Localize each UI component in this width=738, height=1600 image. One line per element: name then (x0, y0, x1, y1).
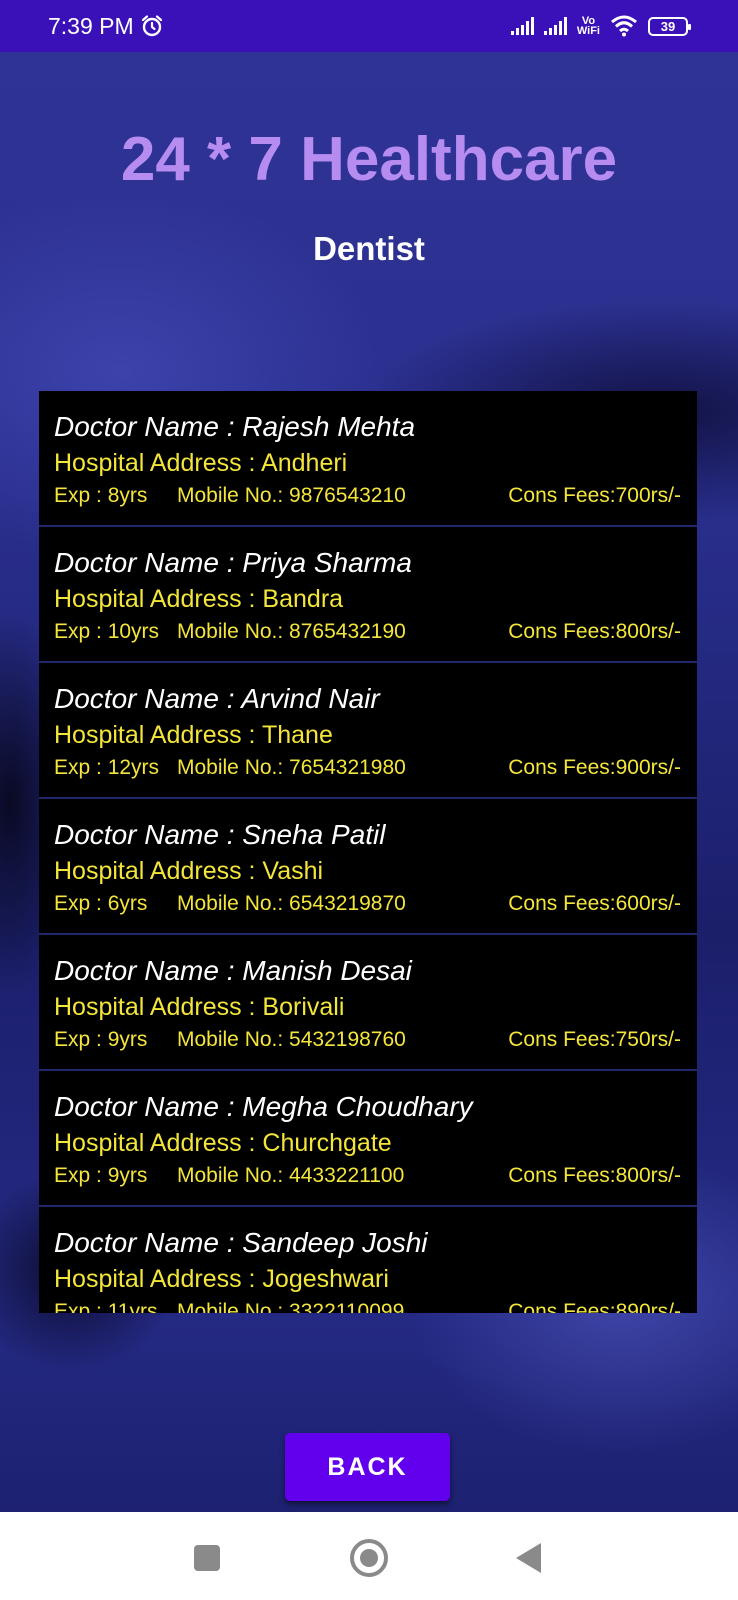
doctor-mobile: Mobile No.: 4433221100 (177, 1164, 405, 1187)
hospital-address: Hospital Address : Jogeshwari (54, 1265, 389, 1293)
doctor-meta: Exp : 12yrs Mobile No.: 7654321980 Cons … (54, 753, 683, 783)
doctor-name: Doctor Name : Rajesh Mehta (54, 411, 416, 442)
list-item[interactable]: Doctor Name : Manish Desai Hospital Addr… (39, 935, 697, 1071)
app-title: 24 * 7 Healthcare (120, 125, 618, 194)
status-right: Vo WiFi 39 (510, 15, 691, 37)
doctor-name: Doctor Name : Megha Choudhary (54, 1091, 473, 1122)
hospital-address: Hospital Address : Bandra (54, 585, 344, 613)
recent-apps-icon[interactable] (194, 1545, 220, 1571)
doctor-meta: Exp : 6yrs Mobile No.: 6543219870 Cons F… (54, 889, 683, 919)
doctor-mobile: Mobile No.: 3322110099 (177, 1300, 405, 1313)
status-left: 7:39 PM (48, 13, 164, 40)
list-item[interactable]: Doctor Name : Arvind Nair Hospital Addre… (39, 663, 697, 799)
list-item[interactable]: Doctor Name : Megha Choudhary Hospital A… (39, 1071, 697, 1207)
doctor-experience: Exp : 8yrs (54, 484, 148, 507)
doctor-experience: Exp : 9yrs (54, 1164, 148, 1187)
system-nav-bar (0, 1512, 738, 1600)
list-item[interactable]: Doctor Name : Sandeep Joshi Hospital Add… (39, 1207, 697, 1313)
doctor-experience: Exp : 12yrs (54, 756, 160, 779)
hospital-address: Hospital Address : Andheri (54, 449, 348, 477)
alarm-icon (141, 15, 162, 37)
back-icon[interactable] (516, 1543, 541, 1573)
doctor-mobile: Mobile No.: 8765432190 (177, 620, 406, 643)
battery-icon: 39 (648, 16, 691, 36)
consultation-fees: Cons Fees:800rs/- (508, 1164, 681, 1187)
consultation-fees: Cons Fees:600rs/- (508, 892, 681, 915)
list-item[interactable]: Doctor Name : Rajesh Mehta Hospital Addr… (39, 391, 697, 527)
consultation-fees: Cons Fees:890rs/- (508, 1300, 681, 1313)
hospital-address: Hospital Address : Borivali (54, 993, 345, 1021)
doctor-meta: Exp : 9yrs Mobile No.: 4433221100 Cons F… (54, 1161, 683, 1191)
doctor-experience: Exp : 9yrs (54, 1028, 148, 1051)
signal-icon (543, 17, 567, 35)
hospital-address: Hospital Address : Vashi (54, 857, 324, 885)
doctor-experience: Exp : 11yrs (54, 1300, 158, 1313)
doctor-experience: Exp : 10yrs (54, 620, 160, 643)
doctor-experience: Exp : 6yrs (54, 892, 148, 915)
doctor-name: Doctor Name : Sneha Patil (54, 819, 386, 850)
list-item[interactable]: Doctor Name : Priya Sharma Hospital Addr… (39, 527, 697, 663)
back-button[interactable]: BACK (285, 1433, 450, 1501)
doctor-name: Doctor Name : Sandeep Joshi (54, 1227, 428, 1258)
hospital-address: Hospital Address : Thane (54, 721, 333, 749)
wifi-icon (611, 15, 637, 37)
doctor-meta: Exp : 11yrs Mobile No.: 3322110099 Cons … (54, 1297, 683, 1313)
doctor-mobile: Mobile No.: 6543219870 (177, 892, 406, 915)
doctor-name: Doctor Name : Priya Sharma (54, 547, 412, 578)
doctor-meta: Exp : 8yrs Mobile No.: 9876543210 Cons F… (54, 481, 683, 511)
doctor-meta: Exp : 9yrs Mobile No.: 5432198760 Cons F… (54, 1025, 683, 1055)
status-time: 7:39 PM (48, 12, 134, 39)
consultation-fees: Cons Fees:750rs/- (508, 1028, 681, 1051)
doctor-mobile: Mobile No.: 7654321980 (177, 756, 406, 779)
vowifi-indicator: Vo WiFi (576, 15, 600, 37)
doctor-mobile: Mobile No.: 9876543210 (177, 484, 406, 507)
signal-icon (510, 17, 534, 35)
doctor-meta: Exp : 10yrs Mobile No.: 8765432190 Cons … (54, 617, 683, 647)
page-subtitle: Dentist (313, 230, 425, 267)
doctor-name: Doctor Name : Arvind Nair (54, 683, 380, 714)
battery-level: 39 (660, 18, 676, 34)
doctor-name: Doctor Name : Manish Desai (54, 955, 412, 986)
home-icon[interactable] (350, 1539, 388, 1577)
consultation-fees: Cons Fees:800rs/- (508, 620, 681, 643)
consultation-fees: Cons Fees:900rs/- (508, 756, 681, 779)
hospital-address: Hospital Address : Churchgate (54, 1129, 392, 1157)
consultation-fees: Cons Fees:700rs/- (508, 484, 681, 507)
doctor-list[interactable]: Doctor Name : Rajesh Mehta Hospital Addr… (39, 391, 697, 1313)
status-bar: 7:39 PM Vo WiFi 39 (0, 0, 738, 52)
list-item[interactable]: Doctor Name : Sneha Patil Hospital Addre… (39, 799, 697, 935)
doctor-mobile: Mobile No.: 5432198760 (177, 1028, 406, 1051)
